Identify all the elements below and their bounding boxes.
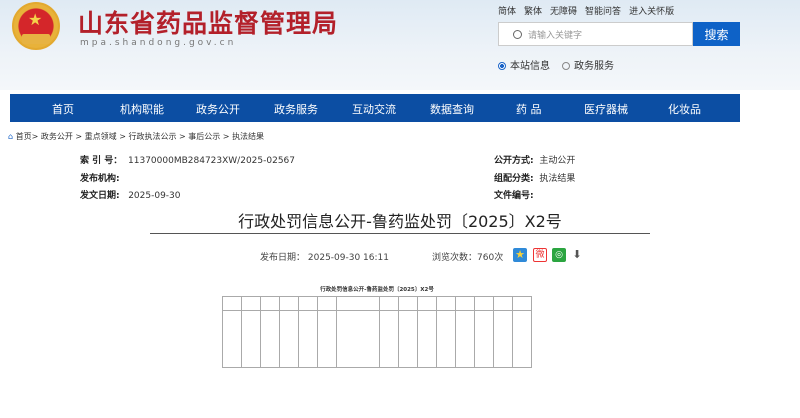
search-placeholder: 请输入关键字	[528, 30, 583, 41]
nav-gov-service[interactable]: 政务服务	[274, 101, 318, 117]
article-title: 行政处罚信息公开-鲁药监处罚〔2025〕X2号	[238, 212, 562, 231]
top-links: 简体 繁体 无障碍 智能问答 进入关怀版	[498, 4, 674, 17]
link-simplified[interactable]: 简体	[498, 4, 516, 17]
image-title: 行政处罚信息公开-鲁药监处罚〔2025〕X2号	[320, 287, 434, 293]
crumb-gov-open[interactable]: 政务公开 >	[41, 132, 82, 141]
search-scope: 本站信息 政务服务	[498, 57, 614, 72]
site-header: ★ 山东省药品监督管理局 mpa.shandong.gov.cn 简体 繁体 无…	[0, 0, 800, 90]
meta-docno: 文件编号:	[494, 191, 534, 201]
link-traditional[interactable]: 繁体	[524, 4, 542, 17]
radio-site-info[interactable]: 本站信息	[498, 57, 550, 72]
meta-date: 发文日期: 2025-09-30	[80, 191, 181, 201]
search-icon	[513, 29, 522, 39]
national-emblem-logo: ★	[12, 2, 60, 50]
meta-publisher: 发布机构:	[80, 174, 120, 184]
nav-drugs[interactable]: 药 品	[516, 101, 542, 117]
penalty-table-image	[222, 296, 533, 368]
publish-date: 发布日期： 2025-09-30 16:11	[260, 253, 389, 263]
crumb-home[interactable]: 首页>	[16, 132, 39, 141]
radio-gov-service[interactable]: 政务服务	[562, 57, 614, 72]
nav-gov-open[interactable]: 政务公开	[196, 101, 240, 117]
search-input[interactable]: 请输入关键字	[498, 22, 693, 46]
view-count: 浏览次数：760次	[432, 253, 504, 263]
penalty-document-image: 行政处罚信息公开-鲁药监处罚〔2025〕X2号	[222, 285, 533, 369]
crumb-results[interactable]: 执法结果	[232, 132, 264, 141]
site-url: mpa.shandong.gov.cn	[80, 38, 237, 48]
nav-data-query[interactable]: 数据查询	[430, 101, 474, 117]
link-smart-qa[interactable]: 智能问答	[585, 4, 621, 17]
nav-cosmetics[interactable]: 化妆品	[668, 101, 701, 117]
breadcrumb: ⌂ 首页> 政务公开 > 重点领域 > 行政执法公示 > 事后公示 > 执法结果	[8, 131, 264, 142]
nav-devices[interactable]: 医疗器械	[584, 101, 628, 117]
search-button[interactable]: 搜索	[693, 22, 740, 46]
nav-org[interactable]: 机构职能	[120, 101, 164, 117]
crumb-post-notice[interactable]: 事后公示 >	[188, 132, 229, 141]
title-divider	[150, 233, 650, 234]
link-accessibility[interactable]: 无障碍	[550, 4, 577, 17]
wechat-icon[interactable]: ◎	[552, 248, 566, 262]
crumb-enforcement[interactable]: 行政执法公示 >	[128, 132, 185, 141]
meta-index: 索 引 号： 11370000MB284723XW/2025-02567	[80, 156, 295, 166]
site-title: 山东省药品监督管理局	[78, 9, 339, 38]
search-bar: 请输入关键字 搜索	[498, 22, 740, 46]
home-icon: ⌂	[8, 132, 14, 141]
favorite-icon[interactable]: ★	[513, 248, 527, 262]
meta-open: 公开方式: 主动公开	[494, 156, 576, 166]
nav-interaction[interactable]: 互动交流	[352, 101, 396, 117]
weibo-icon[interactable]: 微	[533, 248, 547, 262]
main-nav: 首页 机构职能 政务公开 政务服务 互动交流 数据查询 药 品 医疗器械 化妆品	[10, 94, 740, 122]
crumb-key-areas[interactable]: 重点领域 >	[85, 132, 126, 141]
nav-home[interactable]: 首页	[52, 101, 74, 117]
download-icon[interactable]: ⬇	[570, 248, 584, 262]
meta-category: 组配分类: 执法结果	[494, 174, 576, 184]
link-care-version[interactable]: 进入关怀版	[629, 4, 674, 17]
